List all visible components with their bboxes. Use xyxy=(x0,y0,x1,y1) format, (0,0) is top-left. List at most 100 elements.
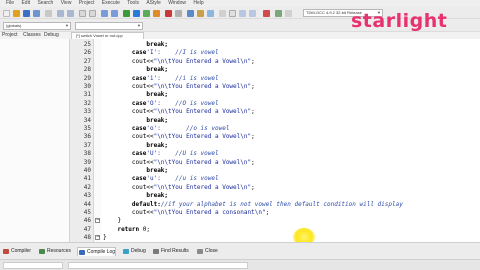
status-position xyxy=(3,262,63,269)
scope-select[interactable]: (globals) ▼ xyxy=(3,22,71,30)
tab-compiler[interactable]: Compiler xyxy=(2,247,31,256)
help-icon[interactable] xyxy=(207,10,214,17)
chevron-down-icon: ▼ xyxy=(65,23,69,28)
code-token: cout<< xyxy=(103,133,154,141)
menu-astyle[interactable]: AStyle xyxy=(146,0,160,6)
code-line[interactable]: 40 break; xyxy=(70,167,480,175)
code-line[interactable]: 31 break; xyxy=(70,91,480,99)
code-editor[interactable]: 25 break; 26 case'I': //I is vowel 27 cout… xyxy=(70,39,480,242)
menu-help[interactable]: Help xyxy=(193,0,203,6)
fold-toggle-icon[interactable]: − xyxy=(95,218,100,224)
line-number: 35 xyxy=(83,125,91,132)
compile-run-icon[interactable] xyxy=(143,10,150,17)
debug-icon[interactable] xyxy=(165,10,172,17)
code-line[interactable]: 33 cout<<"\n\tYou Entered a Vowel\n"; xyxy=(70,108,480,116)
code-line[interactable]: 35 case'o': //o is vowel xyxy=(70,125,480,133)
menu-edit[interactable]: Edit xyxy=(21,0,30,6)
line-number: 42 xyxy=(83,183,91,191)
tab-compile-log[interactable]: Compile Log xyxy=(77,247,117,256)
code-line[interactable]: 26 case'I': //I is vowel xyxy=(70,49,480,57)
code-line[interactable]: 44 default://if your alphabet is not vow… xyxy=(70,201,480,209)
code-line[interactable]: 43 break; xyxy=(70,192,480,200)
bookmark-icon[interactable] xyxy=(275,10,282,17)
code-line[interactable]: 36 cout<<"\n\tYou Entered a Vowel\n"; xyxy=(70,133,480,141)
menu-tools[interactable]: Tools xyxy=(127,0,139,6)
code-line[interactable]: 41 case'u': //u is vowel xyxy=(70,175,480,183)
replace-icon[interactable] xyxy=(89,10,96,17)
line-number: 39 xyxy=(83,158,91,166)
menu-file[interactable]: File xyxy=(6,0,14,6)
code-line[interactable]: 28 break; xyxy=(70,66,480,74)
line-number: 40 xyxy=(83,167,91,174)
code-line[interactable]: 30 cout<<"\n\tYou Entered a Vowel\n"; xyxy=(70,83,480,91)
goto-icon[interactable] xyxy=(249,10,256,17)
tab-close-label: Close xyxy=(205,248,218,254)
code-line[interactable]: 47 return 0; xyxy=(70,226,480,234)
profile-icon[interactable] xyxy=(175,10,182,17)
keyword: default: xyxy=(131,200,161,208)
status-bar xyxy=(0,259,480,270)
print-icon[interactable] xyxy=(45,10,52,17)
redo-icon[interactable] xyxy=(67,10,74,17)
save-icon[interactable] xyxy=(23,10,30,17)
string-literal: 'o': xyxy=(146,125,161,132)
string-literal: "\n\tYou Entered a Vowel\n" xyxy=(153,83,252,90)
code-line[interactable]: 46 } xyxy=(70,217,480,225)
tab-debug-output[interactable]: Debug xyxy=(122,247,146,256)
run-icon[interactable] xyxy=(133,10,140,17)
code-line[interactable]: 27 cout<<"\n\tYou Entered a Vowel\n"; xyxy=(70,58,480,66)
code-line[interactable]: 37 break; xyxy=(70,142,480,150)
string-literal: "\n\tYou Entered a Vowel\n" xyxy=(153,158,252,166)
code-token: ; xyxy=(251,158,255,166)
code-line[interactable]: 25 break; xyxy=(70,41,480,49)
tab-resources[interactable]: Resources xyxy=(38,247,71,256)
menu-search[interactable]: Search xyxy=(37,0,53,6)
unindent-icon[interactable] xyxy=(111,10,118,17)
stop-icon[interactable] xyxy=(263,10,270,17)
code-line[interactable]: 38 case'U': //U is vowel xyxy=(70,150,480,158)
code-line[interactable]: 32 case'O': //O is vowel xyxy=(70,100,480,108)
tab-close[interactable]: Close xyxy=(196,247,218,256)
save-all-icon[interactable] xyxy=(33,10,40,17)
open-folder-icon[interactable] xyxy=(13,10,20,17)
new-class-icon[interactable] xyxy=(187,10,194,17)
menu-view[interactable]: View xyxy=(61,0,72,6)
tools-icon[interactable] xyxy=(285,10,292,17)
about-icon[interactable] xyxy=(219,10,226,17)
code-text: case'i': //i is vowel xyxy=(103,75,219,83)
window-icon[interactable] xyxy=(229,10,236,17)
compile-log-icon xyxy=(79,250,85,255)
editor-file-tab[interactable]: [*] switch Vowel or not.cpp xyxy=(71,32,144,39)
indent-icon[interactable] xyxy=(101,10,108,17)
tab-debug[interactable]: Debug xyxy=(44,32,59,39)
code-line[interactable]: 29 case'i': //i is vowel xyxy=(70,75,480,83)
toggle-icon[interactable] xyxy=(239,10,246,17)
code-line[interactable]: 39 cout<<"\n\tYou Entered a Vowel\n"; xyxy=(70,159,480,167)
tab-classes[interactable]: Classes xyxy=(23,32,41,39)
code-line[interactable]: 45 cout<<"\n\tYou Entered a consonant\n"… xyxy=(70,209,480,217)
brand-watermark: starlight xyxy=(351,10,448,32)
code-line[interactable]: 48} xyxy=(70,234,480,242)
new-file-icon[interactable] xyxy=(3,10,10,17)
menu-execute[interactable]: Execute xyxy=(102,0,120,6)
find-icon[interactable] xyxy=(79,10,86,17)
code-text: case'I': //I is vowel xyxy=(103,49,219,57)
tab-find-results[interactable]: Find Results xyxy=(152,247,189,256)
code-token: 0; xyxy=(139,225,150,233)
code-line[interactable]: 34 break; xyxy=(70,117,480,125)
undo-icon[interactable] xyxy=(57,10,64,17)
line-number: 36 xyxy=(83,133,91,141)
compile-icon[interactable] xyxy=(123,10,130,17)
code-text: break; xyxy=(103,41,168,49)
menu-project[interactable]: Project xyxy=(79,0,95,6)
menu-window[interactable]: Window xyxy=(168,0,186,6)
fold-toggle-icon[interactable]: − xyxy=(95,235,100,241)
rebuild-icon[interactable] xyxy=(153,10,160,17)
code-line[interactable]: 42 cout<<"\n\tYou Entered a Vowel\n"; xyxy=(70,184,480,192)
options-icon[interactable] xyxy=(197,10,204,17)
member-select[interactable]: ▼ xyxy=(75,22,143,30)
tab-project[interactable]: Project xyxy=(2,32,18,39)
